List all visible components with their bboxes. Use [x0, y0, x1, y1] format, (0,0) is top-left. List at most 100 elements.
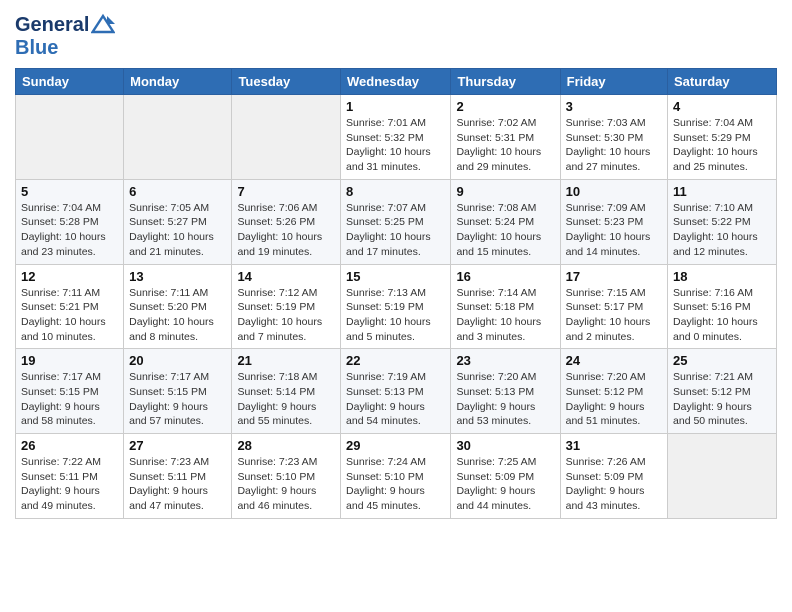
calendar-cell: 2 Sunrise: 7:02 AM Sunset: 5:31 PM Daylig…	[451, 95, 560, 180]
day-info: Sunrise: 7:13 AM Sunset: 5:19 PM Dayligh…	[346, 286, 445, 345]
week-row-1: 1 Sunrise: 7:01 AM Sunset: 5:32 PM Daylig…	[16, 95, 777, 180]
week-row-3: 12 Sunrise: 7:11 AM Sunset: 5:21 PM Dayli…	[16, 264, 777, 349]
day-info: Sunrise: 7:21 AM Sunset: 5:12 PM Dayligh…	[673, 370, 771, 429]
calendar-cell: 8 Sunrise: 7:07 AM Sunset: 5:25 PM Daylig…	[341, 179, 451, 264]
day-number: 14	[237, 269, 335, 284]
day-number: 23	[456, 353, 554, 368]
calendar-cell	[124, 95, 232, 180]
day-info: Sunrise: 7:22 AM Sunset: 5:11 PM Dayligh…	[21, 455, 118, 514]
calendar-cell: 19Sunrise: 7:17 AM Sunset: 5:15 PM Dayli…	[16, 349, 124, 434]
day-info: Sunrise: 7:11 AM Sunset: 5:20 PM Dayligh…	[129, 286, 226, 345]
day-info: Sunrise: 7:20 AM Sunset: 5:12 PM Dayligh…	[566, 370, 662, 429]
day-number: 10	[566, 184, 662, 199]
weekday-header-saturday: Saturday	[668, 69, 777, 95]
calendar-cell: 18 Sunrise: 7:16 AM Sunset: 5:16 PM Dayli…	[668, 264, 777, 349]
logo-blue-text: Blue	[15, 37, 115, 60]
day-number: 4	[673, 99, 771, 114]
calendar-cell: 30 Sunrise: 7:25 AM Sunset: 5:09 PM Dayli…	[451, 434, 560, 519]
calendar-cell	[16, 95, 124, 180]
day-number: 18	[673, 269, 771, 284]
day-number: 19	[21, 353, 118, 368]
calendar-cell: 12 Sunrise: 7:11 AM Sunset: 5:21 PM Dayli…	[16, 264, 124, 349]
day-number: 5	[21, 184, 118, 199]
day-number: 8	[346, 184, 445, 199]
calendar-cell: 29 Sunrise: 7:24 AM Sunset: 5:10 PM Dayli…	[341, 434, 451, 519]
day-info: Sunrise: 7:24 AM Sunset: 5:10 PM Dayligh…	[346, 455, 445, 514]
calendar-cell: 21 Sunrise: 7:18 AM Sunset: 5:14 PM Dayli…	[232, 349, 341, 434]
day-number: 1	[346, 99, 445, 114]
day-info: Sunrise: 7:11 AM Sunset: 5:21 PM Dayligh…	[21, 286, 118, 345]
weekday-header-thursday: Thursday	[451, 69, 560, 95]
day-number: 9	[456, 184, 554, 199]
week-row-5: 26 Sunrise: 7:22 AM Sunset: 5:11 PM Dayli…	[16, 434, 777, 519]
day-number: 29	[346, 438, 445, 453]
day-info: Sunrise: 7:23 AM Sunset: 5:10 PM Dayligh…	[237, 455, 335, 514]
weekday-header-friday: Friday	[560, 69, 667, 95]
day-info: Sunrise: 7:17 AM Sunset: 5:15 PM Dayligh…	[129, 370, 226, 429]
calendar-cell: 16 Sunrise: 7:14 AM Sunset: 5:18 PM Dayli…	[451, 264, 560, 349]
day-number: 30	[456, 438, 554, 453]
calendar-cell	[668, 434, 777, 519]
weekday-header-monday: Monday	[124, 69, 232, 95]
week-row-4: 19 Sunrise: 7:17 AM Sunset: 5:15 PM Dayli…	[16, 349, 777, 434]
day-number: 21	[237, 353, 335, 368]
day-number: 22	[346, 353, 445, 368]
calendar-cell: 9Sunrise: 7:08 AM Sunset: 5:24 PM Daylig…	[451, 179, 560, 264]
calendar-cell: 15Sunrise: 7:13 AM Sunset: 5:19 PM Dayli…	[341, 264, 451, 349]
day-number: 25	[673, 353, 771, 368]
day-number: 12	[21, 269, 118, 284]
weekday-header-row: SundayMondayTuesdayWednesdayThursdayFrid…	[16, 69, 777, 95]
day-number: 31	[566, 438, 662, 453]
day-number: 11	[673, 184, 771, 199]
day-info: Sunrise: 7:04 AM Sunset: 5:29 PM Dayligh…	[673, 116, 771, 175]
calendar-cell: 6 Sunrise: 7:05 AM Sunset: 5:27 PM Daylig…	[124, 179, 232, 264]
day-number: 28	[237, 438, 335, 453]
calendar-cell: 1 Sunrise: 7:01 AM Sunset: 5:32 PM Daylig…	[341, 95, 451, 180]
weekday-header-wednesday: Wednesday	[341, 69, 451, 95]
day-number: 2	[456, 99, 554, 114]
header: General Blue	[15, 10, 777, 60]
day-info: Sunrise: 7:07 AM Sunset: 5:25 PM Dayligh…	[346, 201, 445, 260]
day-info: Sunrise: 7:03 AM Sunset: 5:30 PM Dayligh…	[566, 116, 662, 175]
calendar-cell: 3 Sunrise: 7:03 AM Sunset: 5:30 PM Daylig…	[560, 95, 667, 180]
day-info: Sunrise: 7:16 AM Sunset: 5:16 PM Dayligh…	[673, 286, 771, 345]
day-info: Sunrise: 7:01 AM Sunset: 5:32 PM Dayligh…	[346, 116, 445, 175]
day-info: Sunrise: 7:02 AM Sunset: 5:31 PM Dayligh…	[456, 116, 554, 175]
calendar-cell: 31Sunrise: 7:26 AM Sunset: 5:09 PM Dayli…	[560, 434, 667, 519]
day-number: 13	[129, 269, 226, 284]
day-info: Sunrise: 7:09 AM Sunset: 5:23 PM Dayligh…	[566, 201, 662, 260]
calendar-cell: 22 Sunrise: 7:19 AM Sunset: 5:13 PM Dayli…	[341, 349, 451, 434]
day-number: 3	[566, 99, 662, 114]
day-info: Sunrise: 7:05 AM Sunset: 5:27 PM Dayligh…	[129, 201, 226, 260]
day-number: 26	[21, 438, 118, 453]
calendar-cell: 5 Sunrise: 7:04 AM Sunset: 5:28 PM Daylig…	[16, 179, 124, 264]
weekday-header-sunday: Sunday	[16, 69, 124, 95]
day-number: 7	[237, 184, 335, 199]
weekday-header-tuesday: Tuesday	[232, 69, 341, 95]
day-number: 16	[456, 269, 554, 284]
day-info: Sunrise: 7:20 AM Sunset: 5:13 PM Dayligh…	[456, 370, 554, 429]
week-row-2: 5 Sunrise: 7:04 AM Sunset: 5:28 PM Daylig…	[16, 179, 777, 264]
calendar-cell: 14 Sunrise: 7:12 AM Sunset: 5:19 PM Dayli…	[232, 264, 341, 349]
calendar-cell: 25 Sunrise: 7:21 AM Sunset: 5:12 PM Dayli…	[668, 349, 777, 434]
day-number: 27	[129, 438, 226, 453]
logo: General Blue	[15, 10, 115, 60]
day-info: Sunrise: 7:14 AM Sunset: 5:18 PM Dayligh…	[456, 286, 554, 345]
day-number: 24	[566, 353, 662, 368]
calendar-cell: 4 Sunrise: 7:04 AM Sunset: 5:29 PM Daylig…	[668, 95, 777, 180]
day-info: Sunrise: 7:18 AM Sunset: 5:14 PM Dayligh…	[237, 370, 335, 429]
day-info: Sunrise: 7:19 AM Sunset: 5:13 PM Dayligh…	[346, 370, 445, 429]
day-info: Sunrise: 7:10 AM Sunset: 5:22 PM Dayligh…	[673, 201, 771, 260]
day-number: 17	[566, 269, 662, 284]
day-info: Sunrise: 7:25 AM Sunset: 5:09 PM Dayligh…	[456, 455, 554, 514]
calendar-cell: 24 Sunrise: 7:20 AM Sunset: 5:12 PM Dayli…	[560, 349, 667, 434]
logo-general: General	[15, 14, 89, 37]
day-info: Sunrise: 7:06 AM Sunset: 5:26 PM Dayligh…	[237, 201, 335, 260]
calendar-cell: 11 Sunrise: 7:10 AM Sunset: 5:22 PM Dayli…	[668, 179, 777, 264]
day-info: Sunrise: 7:15 AM Sunset: 5:17 PM Dayligh…	[566, 286, 662, 345]
day-info: Sunrise: 7:12 AM Sunset: 5:19 PM Dayligh…	[237, 286, 335, 345]
calendar-cell: 27Sunrise: 7:23 AM Sunset: 5:11 PM Dayli…	[124, 434, 232, 519]
calendar-cell: 7 Sunrise: 7:06 AM Sunset: 5:26 PM Daylig…	[232, 179, 341, 264]
day-number: 6	[129, 184, 226, 199]
day-info: Sunrise: 7:04 AM Sunset: 5:28 PM Dayligh…	[21, 201, 118, 260]
